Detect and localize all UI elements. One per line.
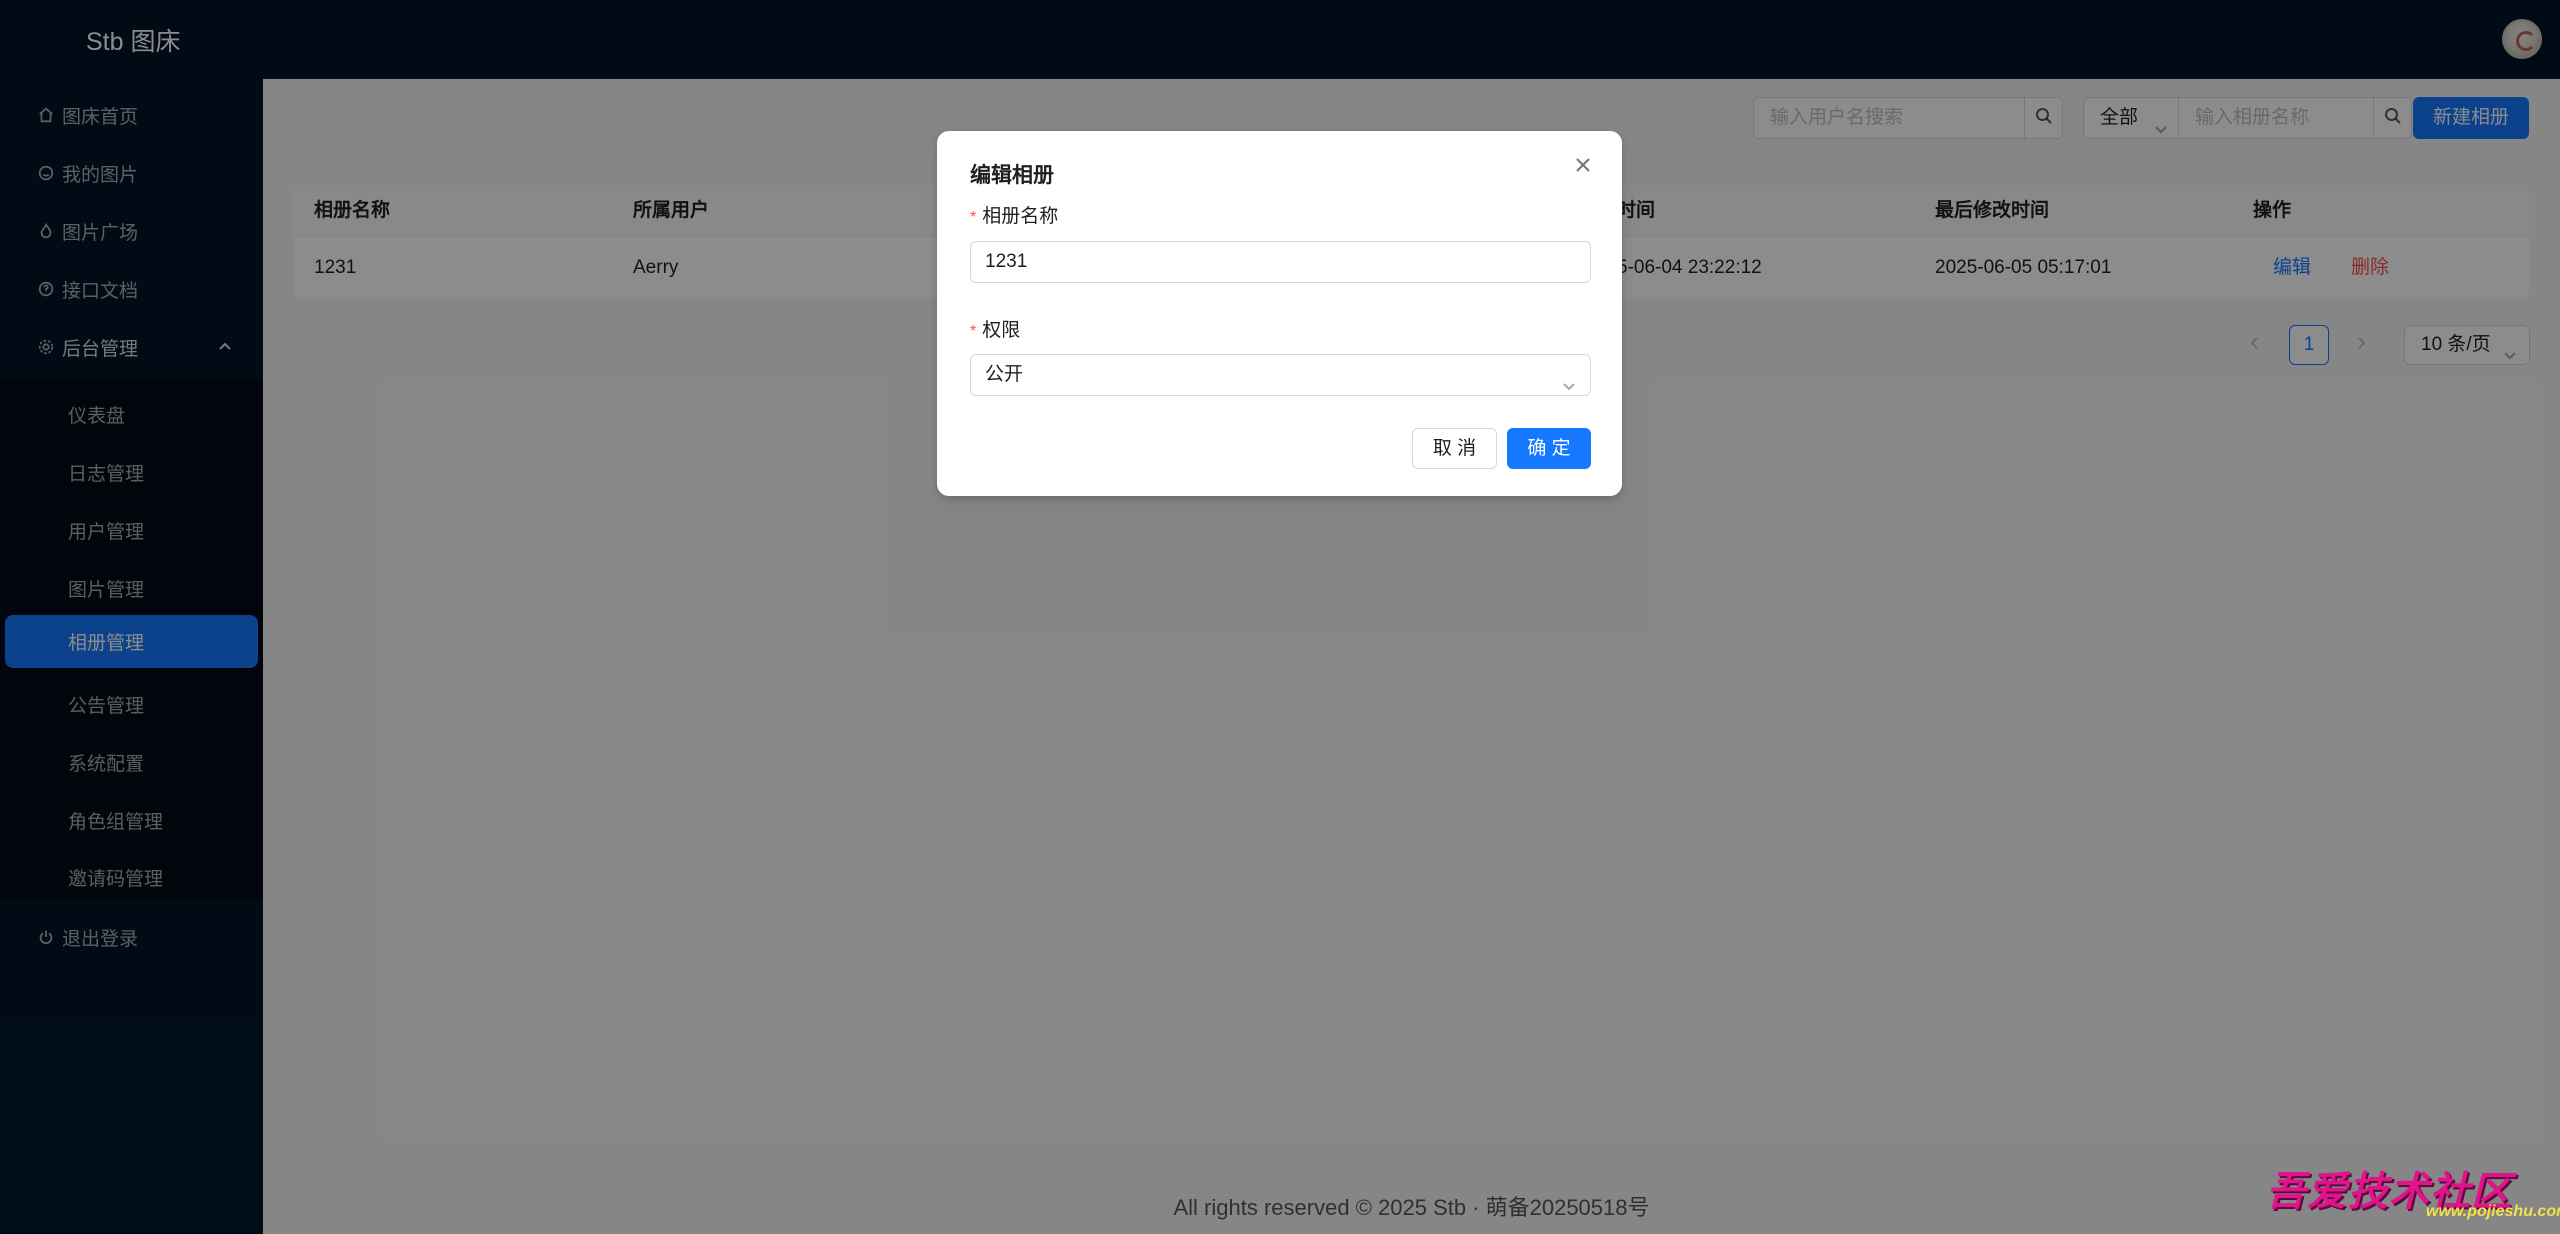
confirm-button[interactable]: 确 定: [1507, 428, 1591, 469]
close-icon: [1574, 156, 1592, 179]
watermark-url: www.pojieshu.com: [2426, 1203, 2560, 1220]
album-name-label-text: 相册名称: [982, 206, 1059, 227]
edit-album-modal: 编辑相册 * 相册名称 1231 * 权限 公开 取 消 确 定: [937, 131, 1622, 496]
permission-select[interactable]: 公开: [970, 354, 1591, 396]
permission-value: 公开: [985, 364, 1024, 385]
required-mark: *: [970, 323, 977, 340]
permission-label-text: 权限: [982, 320, 1021, 341]
album-name-input[interactable]: 1231: [970, 241, 1591, 283]
album-name-label: * 相册名称: [970, 201, 1058, 228]
chevron-down-icon: [1562, 368, 1576, 391]
site-watermark-logo: 吾爱技术社区 www.pojieshu.com: [2260, 1155, 2560, 1234]
modal-title: 编辑相册: [970, 164, 1054, 187]
permission-label: * 权限: [970, 315, 1020, 342]
required-mark: *: [970, 209, 977, 226]
cancel-button[interactable]: 取 消: [1412, 428, 1497, 469]
modal-close-button[interactable]: [1570, 154, 1596, 180]
